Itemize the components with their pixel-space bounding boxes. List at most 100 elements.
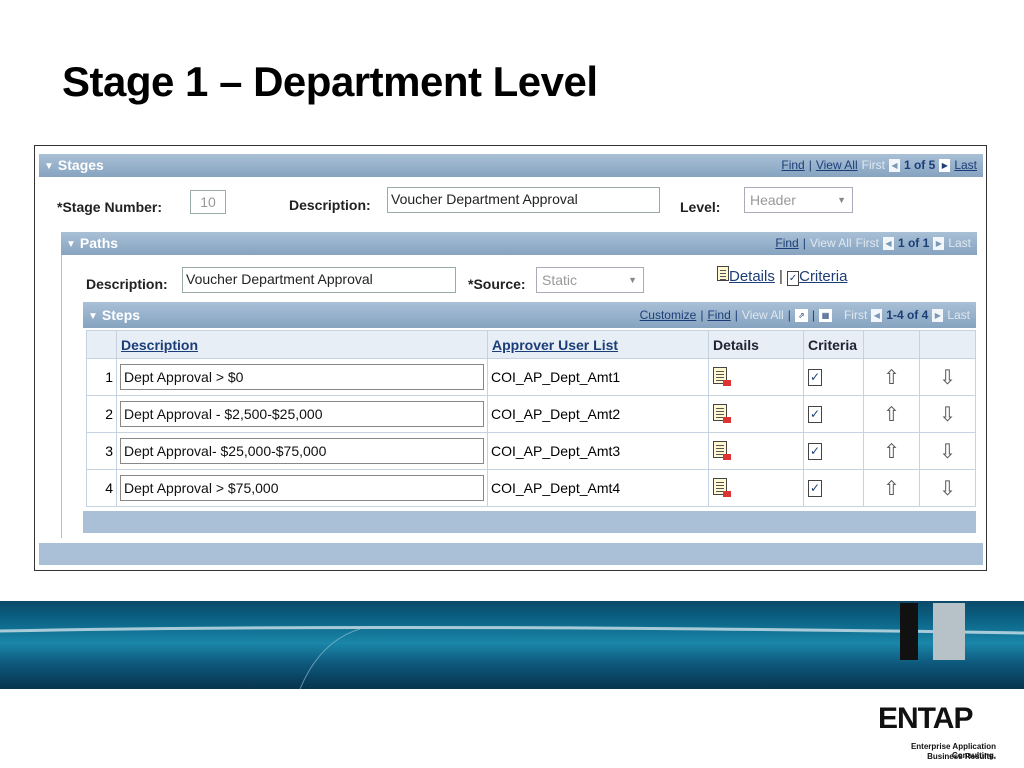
paths-view-all-label: View All (809, 236, 852, 250)
steps-header-row: Description Approver User List Details C… (86, 330, 976, 359)
move-up-icon[interactable]: ⇧ (883, 367, 900, 389)
paths-nav: Find | View All First ◀ 1 of 1 ▶ Last (775, 232, 971, 255)
approver-header-link[interactable]: Approver User List (492, 337, 618, 353)
step-description-cell (116, 432, 488, 470)
move-down-cell: ⇩ (919, 395, 976, 433)
move-up-cell: ⇧ (863, 469, 920, 507)
paths-header[interactable]: ▼ Paths Find | View All First ◀ 1 of 1 ▶ L… (61, 232, 977, 255)
move-up-icon[interactable]: ⇧ (883, 441, 900, 463)
criteria-link[interactable]: Criteria (799, 268, 847, 285)
row-number: 2 (86, 395, 117, 433)
details-icon-badge (723, 380, 731, 386)
details-cell (708, 432, 804, 470)
stages-title: Stages (57, 157, 104, 173)
table-row: 3 COI_AP_Dept_Amt3 ✓ ⇧ ⇩ (86, 432, 976, 470)
steps-grid: Description Approver User List Details C… (86, 330, 976, 507)
grid-icon[interactable]: ▦ (818, 308, 832, 322)
details-icon (717, 266, 729, 281)
entap-logo: ENTAP (878, 702, 973, 735)
move-down-icon[interactable]: ⇩ (939, 478, 956, 500)
criteria-icon[interactable]: ✓ (808, 443, 822, 460)
logo-tagline-2: Business Results. (927, 752, 996, 761)
step-description-input[interactable] (120, 364, 484, 390)
path-links: Details | ✓ Criteria (717, 266, 847, 286)
collapse-icon[interactable]: ▼ (66, 233, 76, 256)
collapse-icon[interactable]: ▼ (44, 155, 54, 178)
description-column-header[interactable]: Description (116, 330, 488, 359)
details-column-header: Details (708, 330, 804, 359)
collapse-icon[interactable]: ▼ (88, 304, 98, 330)
path-description-field[interactable]: Voucher Department Approval (182, 267, 456, 293)
steps-find-link[interactable]: Find (707, 302, 730, 328)
steps-title: Steps (101, 307, 141, 323)
stage-description-field[interactable]: Voucher Department Approval (387, 187, 660, 213)
footer-swoosh (0, 625, 1024, 689)
approver-column-header[interactable]: Approver User List (487, 330, 709, 359)
dropdown-arrow-icon: ▼ (837, 195, 846, 205)
next-arrow-icon[interactable]: ▶ (939, 159, 951, 172)
criteria-cell: ✓ (803, 395, 864, 433)
criteria-icon[interactable]: ✓ (808, 369, 822, 386)
step-description-input[interactable] (120, 475, 484, 501)
decor-bar-dark (900, 603, 918, 660)
step-description-input[interactable] (120, 438, 484, 464)
criteria-icon[interactable]: ✓ (808, 406, 822, 423)
stages-header[interactable]: ▼ Stages Find | View All First ◀ 1 of 5 ▶ … (39, 154, 983, 177)
move-up-icon[interactable]: ⇧ (883, 404, 900, 426)
path-description-label: Description: (86, 276, 168, 292)
table-row: 1 COI_AP_Dept_Amt1 ✓ ⇧ ⇩ (86, 358, 976, 396)
row-number: 3 (86, 432, 117, 470)
stages-count: 1 of 5 (903, 158, 936, 172)
steps-view-all-label: View All (741, 308, 784, 322)
move-down-icon[interactable]: ⇩ (939, 441, 956, 463)
move-up-column-header (863, 330, 920, 359)
step-description-cell (116, 469, 488, 507)
stages-footer (39, 543, 983, 565)
details-cell (708, 395, 804, 433)
stage-number-field[interactable]: 10 (190, 190, 226, 214)
approver-cell: COI_AP_Dept_Amt1 (487, 358, 709, 396)
paths-title: Paths (79, 235, 119, 251)
prev-arrow-icon: ◀ (871, 308, 883, 322)
paths-first-label: First (855, 236, 879, 250)
step-description-cell (116, 358, 488, 396)
new-window-icon[interactable]: ⇗ (794, 308, 808, 322)
customize-link[interactable]: Customize (640, 302, 697, 328)
next-arrow-icon: ▶ (933, 237, 945, 250)
steps-first-label: First (843, 308, 868, 322)
move-up-cell: ⇧ (863, 395, 920, 433)
row-number: 1 (86, 358, 117, 396)
prev-arrow-icon[interactable]: ◀ (888, 159, 900, 172)
table-row: 4 COI_AP_Dept_Amt4 ✓ ⇧ ⇩ (86, 469, 976, 507)
paths-find-link[interactable]: Find (775, 232, 798, 255)
move-down-icon[interactable]: ⇩ (939, 404, 956, 426)
approver-cell: COI_AP_Dept_Amt3 (487, 432, 709, 470)
stages-nav: Find | View All First ◀ 1 of 5 ▶ Last (781, 154, 977, 177)
steps-header[interactable]: ▼ Steps Customize | Find | View All | ⇗ | ▦ F… (83, 302, 976, 328)
decor-bar-light (933, 603, 965, 660)
stages-last-link[interactable]: Last (954, 154, 977, 177)
steps-count: 1-4 of 4 (886, 308, 929, 322)
description-header-link[interactable]: Description (121, 337, 198, 353)
details-icon-badge (723, 491, 731, 497)
step-description-input[interactable] (120, 401, 484, 427)
source-dropdown[interactable]: Static ▼ (536, 267, 644, 293)
criteria-icon[interactable]: ✓ (808, 480, 822, 497)
move-up-icon[interactable]: ⇧ (883, 478, 900, 500)
next-arrow-icon: ▶ (932, 308, 944, 322)
criteria-cell: ✓ (803, 358, 864, 396)
level-dropdown[interactable]: Header ▼ (744, 187, 853, 213)
paths-border (61, 255, 62, 538)
move-down-icon[interactable]: ⇩ (939, 367, 956, 389)
details-link[interactable]: Details (729, 268, 775, 285)
approver-cell: COI_AP_Dept_Amt4 (487, 469, 709, 507)
source-value: Static (542, 272, 578, 288)
level-value: Header (750, 192, 796, 208)
stages-view-all-link[interactable]: View All (816, 154, 858, 177)
approver-cell: COI_AP_Dept_Amt2 (487, 395, 709, 433)
stages-find-link[interactable]: Find (781, 154, 804, 177)
dropdown-arrow-icon: ▼ (628, 275, 637, 285)
step-description-cell (116, 395, 488, 433)
criteria-cell: ✓ (803, 432, 864, 470)
slide-title: Stage 1 – Department Level (62, 58, 598, 105)
